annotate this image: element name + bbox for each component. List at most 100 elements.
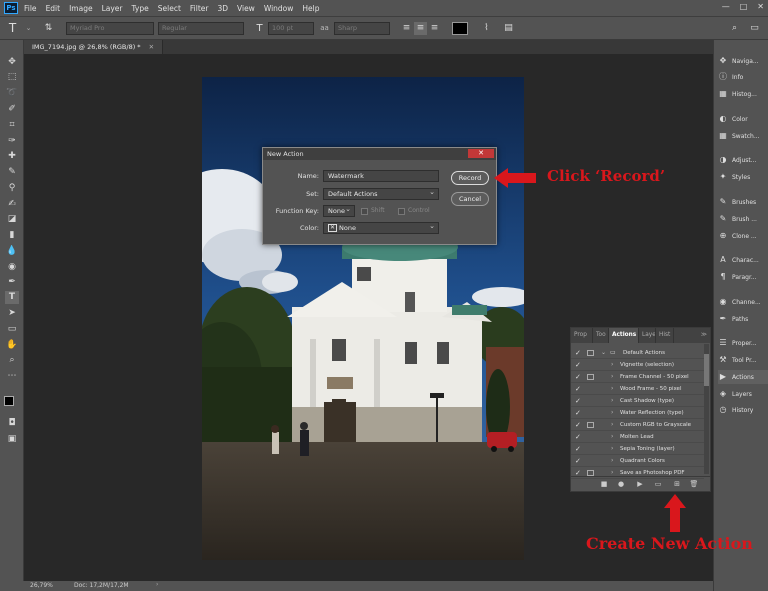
expand-chevron-icon[interactable]: ›	[611, 431, 613, 443]
dock-item-adjustments[interactable]: ◑ Adjust...	[718, 153, 768, 167]
menu-window[interactable]: Window	[264, 4, 294, 13]
action-row[interactable]: ✓ › Molten Lead	[571, 431, 704, 443]
cancel-button[interactable]: Cancel	[451, 192, 489, 206]
gradient-tool-icon[interactable]: ▮	[5, 229, 19, 242]
shift-checkbox[interactable]	[361, 208, 368, 215]
action-row[interactable]: ✓ › Sepia Toning (layer)	[571, 443, 704, 455]
tab-layers[interactable]: Laye	[639, 328, 656, 343]
expand-chevron-icon[interactable]: ›	[611, 443, 613, 455]
tool-preset-chevron-icon[interactable]: ⌄	[22, 22, 35, 35]
font-size-field[interactable]: 100 pt	[268, 22, 314, 35]
pen-tool-icon[interactable]: ✒	[5, 276, 19, 289]
toggle-check-icon[interactable]: ✓	[575, 359, 581, 371]
dock-item-swatches[interactable]: ▦ Swatch...	[718, 129, 768, 143]
zoom-level[interactable]: 26,79%	[30, 582, 53, 589]
delete-icon[interactable]: 🗑	[689, 479, 699, 489]
action-name-input[interactable]: Watermark	[323, 170, 439, 182]
font-style-select[interactable]: Regular	[158, 22, 244, 35]
move-tool-icon[interactable]: ✥	[5, 56, 19, 69]
toggle-check-icon[interactable]: ✓	[575, 371, 581, 383]
action-row[interactable]: ✓ › Cast Shadow (type)	[571, 395, 704, 407]
crop-tool-icon[interactable]: ⌗	[5, 119, 19, 132]
stop-playing-icon[interactable]: ■	[599, 479, 609, 489]
text-color-swatch[interactable]	[452, 22, 468, 35]
menu-3d[interactable]: 3D	[217, 4, 228, 13]
workspace-icon[interactable]: ▭	[748, 22, 761, 35]
dock-item-info[interactable]: ⓘ Info	[718, 70, 768, 84]
photoshop-logo-icon[interactable]: Ps	[4, 2, 18, 14]
screen-mode-icon[interactable]: ▣	[5, 433, 19, 446]
toggle-check-icon[interactable]: ✓	[575, 395, 581, 407]
dock-item-character[interactable]: A Charac...	[718, 253, 768, 267]
action-row[interactable]: ✓ › Custom RGB to Grayscale	[571, 419, 704, 431]
toggle-check-icon[interactable]: ✓	[575, 419, 581, 431]
dialog-toggle-icon[interactable]	[587, 374, 594, 380]
dock-item-color[interactable]: ◐ Color	[718, 112, 768, 126]
action-row[interactable]: ✓ › Wood Frame - 50 pixel	[571, 383, 704, 395]
path-selection-tool-icon[interactable]: ➤	[5, 307, 19, 320]
lasso-tool-icon[interactable]: ➰	[5, 87, 19, 100]
search-icon[interactable]: ⌕	[728, 22, 741, 35]
dialog-close-button[interactable]: ✕	[468, 149, 494, 158]
tab-actions[interactable]: Actions	[609, 328, 639, 343]
expand-chevron-icon[interactable]: ›	[611, 395, 613, 407]
expand-chevron-icon[interactable]: ›	[611, 383, 613, 395]
type-tool-active-icon[interactable]: T	[5, 291, 19, 304]
dock-item-styles[interactable]: ✦ Styles	[718, 170, 768, 184]
dock-item-history[interactable]: ◷ History	[718, 403, 768, 417]
hand-tool-icon[interactable]: ✋	[5, 339, 19, 352]
clone-stamp-tool-icon[interactable]: ⚲	[5, 182, 19, 195]
set-select[interactable]: Default Actions	[323, 187, 439, 200]
expand-chevron-icon[interactable]: ›	[611, 455, 613, 467]
close-tab-icon[interactable]: ✕	[149, 43, 154, 51]
scrollbar-thumb[interactable]	[704, 354, 709, 386]
type-tool-icon[interactable]: T	[6, 22, 19, 35]
marquee-tool-icon[interactable]: ⬚	[5, 71, 19, 84]
tab-history[interactable]: Hist	[656, 328, 674, 343]
expand-chevron-icon[interactable]: ›	[611, 407, 613, 419]
more-tools-icon[interactable]: ⋯	[5, 370, 19, 383]
history-brush-tool-icon[interactable]: ✍	[5, 198, 19, 211]
record-button[interactable]: Record	[451, 171, 489, 185]
panel-menu-icon[interactable]: ≫	[674, 328, 710, 343]
close-window-icon[interactable]: ✕	[757, 2, 764, 11]
dock-item-navigator[interactable]: ✥ Naviga...	[718, 54, 768, 68]
dock-item-clone-source[interactable]: ⊕ Clone ...	[718, 229, 768, 243]
dock-item-brushes[interactable]: ✎ Brushes	[718, 195, 768, 209]
toggle-check-icon[interactable]: ✓	[575, 443, 581, 455]
align-center-icon[interactable]: ≡	[414, 22, 427, 35]
menu-help[interactable]: Help	[302, 4, 319, 13]
minimize-icon[interactable]: —	[722, 2, 730, 11]
color-select[interactable]: ✕ None	[323, 221, 439, 234]
create-new-action-icon[interactable]: ⊞	[672, 479, 682, 489]
menu-file[interactable]: File	[24, 4, 37, 13]
quick-selection-tool-icon[interactable]: ✐	[5, 103, 19, 116]
quick-mask-icon[interactable]: ◘	[5, 417, 19, 430]
dock-item-properties[interactable]: ☰ Proper...	[718, 336, 768, 350]
action-set-row[interactable]: ✓ ⌄ ▭ Default Actions	[571, 347, 704, 359]
menu-view[interactable]: View	[237, 4, 255, 13]
create-new-set-icon[interactable]: ▭	[653, 479, 663, 489]
function-key-select[interactable]: None	[323, 204, 355, 217]
tab-properties[interactable]: Prop	[571, 328, 593, 343]
zoom-tool-icon[interactable]: ⌕	[5, 354, 19, 367]
document-info[interactable]: Doc: 17,2M/17,2M	[74, 582, 129, 589]
dock-item-channels[interactable]: ◉ Channe...	[718, 295, 768, 309]
expand-chevron-icon[interactable]: ›	[611, 359, 613, 371]
menu-image[interactable]: Image	[69, 4, 93, 13]
dock-item-brush-settings[interactable]: ✎ Brush ...	[718, 212, 768, 226]
dock-item-actions[interactable]: ▶ Actions	[718, 370, 768, 384]
toggle-check-icon[interactable]: ✓	[575, 407, 581, 419]
blur-tool-icon[interactable]: 💧	[5, 245, 19, 258]
brush-tool-icon[interactable]: ✎	[5, 166, 19, 179]
healing-brush-tool-icon[interactable]: ✚	[5, 150, 19, 163]
expand-chevron-icon[interactable]: ›	[611, 371, 613, 383]
dialog-toggle-icon[interactable]	[587, 422, 594, 428]
menu-filter[interactable]: Filter	[190, 4, 209, 13]
toggle-check-icon[interactable]: ✓	[575, 431, 581, 443]
align-right-icon[interactable]: ≡	[428, 22, 441, 35]
dock-item-paragraph[interactable]: ¶ Paragr...	[718, 270, 768, 284]
play-selection-icon[interactable]: ▶	[635, 479, 645, 489]
anti-alias-select[interactable]: Sharp	[334, 22, 390, 35]
foreground-color-swatch[interactable]	[4, 396, 14, 406]
